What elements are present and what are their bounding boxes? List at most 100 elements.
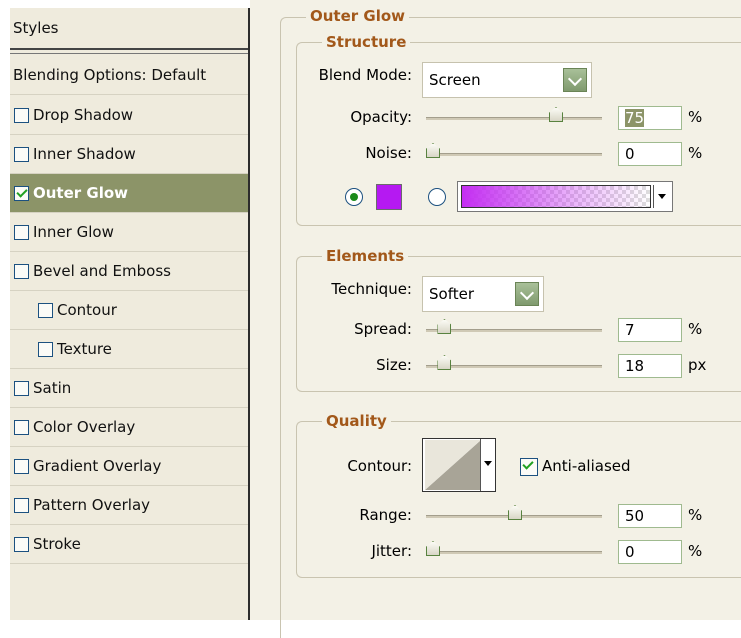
opacity-slider-track [426, 117, 602, 120]
header-divider [10, 48, 248, 50]
jitter-unit: % [688, 542, 703, 560]
noise-label: Noise: [365, 144, 412, 162]
style-checkbox[interactable] [38, 302, 53, 318]
dropdown-arrow-icon [484, 461, 492, 466]
style-checkbox[interactable] [14, 419, 29, 435]
style-item[interactable]: Inner Shadow [10, 135, 248, 174]
style-item-label: Contour [57, 301, 117, 319]
outer-glow-panel: Outer Glow Structure Blend Mode: Screen … [250, 0, 741, 638]
style-item-label: Texture [57, 340, 112, 358]
opacity-unit: % [688, 108, 703, 126]
opacity-input[interactable]: 75 [618, 106, 682, 130]
style-item-label: Inner Shadow [33, 145, 136, 163]
range-value: 50 [625, 507, 645, 525]
blending-options-label: Blending Options: Default [13, 66, 207, 84]
spread-value: 7 [625, 321, 635, 339]
style-checkbox[interactable] [14, 146, 29, 162]
header-divider-2 [10, 53, 248, 54]
style-item[interactable]: Texture [10, 330, 248, 369]
chevron-down-icon[interactable] [563, 68, 587, 92]
spread-input[interactable]: 7 [618, 318, 682, 342]
style-item[interactable]: Outer Glow [10, 174, 248, 213]
noise-slider-track [426, 153, 602, 156]
range-input[interactable]: 50 [618, 504, 682, 528]
gradient-picker[interactable] [457, 181, 673, 212]
style-item[interactable]: Bevel and Emboss [10, 252, 248, 291]
style-checkbox[interactable] [14, 497, 29, 513]
blend-mode-select[interactable]: Screen [422, 62, 592, 98]
style-item[interactable]: Pattern Overlay [10, 486, 248, 525]
gradient-radio[interactable] [428, 188, 446, 206]
style-item-label: Pattern Overlay [33, 496, 151, 514]
noise-unit: % [688, 144, 703, 162]
opacity-label: Opacity: [350, 108, 412, 126]
style-checkbox[interactable] [14, 536, 29, 552]
noise-value: 0 [625, 145, 635, 163]
contour-label: Contour: [347, 457, 412, 475]
solid-color-radio[interactable] [345, 188, 363, 206]
elements-title: Elements [322, 247, 409, 265]
style-checkbox[interactable] [14, 224, 29, 240]
style-item[interactable]: Color Overlay [10, 408, 248, 447]
style-item-label: Outer Glow [33, 184, 129, 202]
quality-title: Quality [322, 412, 391, 430]
contour-preview-icon [425, 440, 481, 490]
style-item-label: Color Overlay [33, 418, 136, 436]
gradient-dropdown-button[interactable] [653, 185, 670, 208]
jitter-slider-track [426, 551, 602, 554]
contour-dropdown-button[interactable] [480, 439, 495, 491]
style-item[interactable]: Inner Glow [10, 213, 248, 252]
chevron-down-icon[interactable] [515, 282, 539, 306]
style-item[interactable]: Drop Shadow [10, 96, 248, 135]
dropdown-arrow-icon [658, 194, 666, 199]
technique-select[interactable]: Softer [422, 276, 544, 312]
style-item[interactable]: Gradient Overlay [10, 447, 248, 486]
style-item[interactable]: Satin [10, 369, 248, 408]
noise-slider[interactable] [426, 143, 602, 161]
jitter-slider[interactable] [426, 541, 602, 559]
size-slider-track [426, 365, 602, 368]
style-item-label: Satin [33, 379, 72, 397]
style-item-label: Bevel and Emboss [33, 262, 171, 280]
size-value: 18 [625, 357, 645, 375]
noise-input[interactable]: 0 [618, 142, 682, 166]
blending-options-item[interactable]: Blending Options: Default [10, 56, 248, 95]
anti-aliased-label: Anti-aliased [542, 457, 631, 475]
style-checkbox[interactable] [14, 107, 29, 123]
technique-label: Technique: [331, 280, 412, 298]
gradient-preview[interactable] [461, 185, 651, 208]
glow-color-swatch[interactable] [376, 184, 402, 210]
size-input[interactable]: 18 [618, 354, 682, 378]
anti-aliased-checkbox[interactable] [520, 458, 538, 476]
outer-glow-title: Outer Glow [306, 7, 410, 25]
style-item-label: Stroke [33, 535, 81, 553]
range-slider[interactable] [426, 505, 602, 523]
opacity-slider[interactable] [426, 107, 602, 125]
style-checkbox[interactable] [14, 263, 29, 279]
style-checkbox[interactable] [14, 458, 29, 474]
style-item-label: Drop Shadow [33, 106, 134, 124]
size-unit: px [688, 356, 707, 374]
jitter-value: 0 [625, 543, 635, 561]
range-unit: % [688, 506, 703, 524]
spread-slider[interactable] [426, 319, 602, 337]
style-item[interactable]: Contour [10, 291, 248, 330]
jitter-input[interactable]: 0 [618, 540, 682, 564]
blend-mode-value: Screen [429, 71, 481, 89]
styles-header[interactable]: Styles [10, 8, 248, 48]
opacity-value: 75 [625, 109, 645, 127]
contour-picker[interactable] [422, 438, 496, 492]
style-checkbox[interactable] [38, 341, 53, 357]
size-slider[interactable] [426, 355, 602, 373]
style-item-label: Gradient Overlay [33, 457, 162, 475]
style-checkbox[interactable] [14, 185, 29, 201]
styles-list-panel: Styles Blending Options: Default Drop Sh… [10, 8, 248, 620]
spread-label: Spread: [354, 320, 412, 338]
technique-value: Softer [429, 285, 474, 303]
style-item[interactable]: Stroke [10, 525, 248, 564]
spread-unit: % [688, 320, 703, 338]
spread-slider-track [426, 329, 602, 332]
styles-title: Styles [13, 19, 59, 37]
jitter-label: Jitter: [371, 542, 412, 560]
style-checkbox[interactable] [14, 380, 29, 396]
